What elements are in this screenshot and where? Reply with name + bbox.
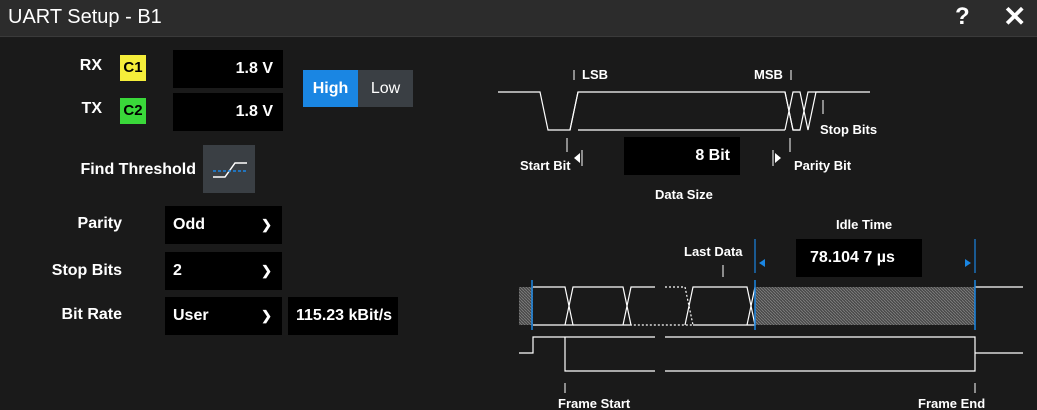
- tx-channel-badge[interactable]: C2: [120, 98, 146, 124]
- bit-rate-value: User: [173, 307, 209, 324]
- data-size-label: Data Size: [655, 187, 713, 202]
- parity-select[interactable]: Odd ❯: [165, 206, 282, 244]
- threshold-icon: [213, 162, 247, 178]
- stop-bits-value: 2: [173, 262, 182, 279]
- polarity-low-button[interactable]: Low: [358, 70, 413, 107]
- close-icon[interactable]: ✕: [1003, 3, 1031, 31]
- frame-end-label: Frame End: [918, 396, 986, 410]
- polarity-high-button[interactable]: High: [303, 70, 358, 107]
- parity-bit-label: Parity Bit: [794, 158, 852, 173]
- chevron-down-icon: ❯: [261, 308, 272, 323]
- lsb-label: LSB: [582, 67, 608, 82]
- parity-label: Parity: [77, 215, 122, 232]
- title-bar: UART Setup - B1 ? ✕: [0, 0, 1037, 37]
- idle-time-field[interactable]: 78.104 7 µs: [796, 239, 922, 277]
- rx-channel-badge[interactable]: C1: [120, 55, 146, 81]
- bit-rate-select[interactable]: User ❯: [165, 297, 282, 335]
- tx-threshold-field[interactable]: 1.8 V: [173, 93, 283, 131]
- stop-bits-diagram-label: Stop Bits: [820, 122, 878, 137]
- rx-channel-text: C1: [123, 59, 143, 76]
- chevron-down-icon: ❯: [261, 263, 272, 278]
- last-data-label: Last Data: [684, 244, 743, 259]
- parity-value: Odd: [173, 216, 205, 233]
- dialog-title: UART Setup - B1: [8, 6, 162, 28]
- chevron-down-icon: ❯: [261, 217, 272, 232]
- find-threshold-button[interactable]: [203, 145, 255, 193]
- start-bit-label: Start Bit: [520, 158, 571, 173]
- msb-label: MSB: [754, 67, 783, 82]
- stop-bits-select[interactable]: 2 ❯: [165, 252, 282, 290]
- tx-label: TX: [81, 100, 102, 117]
- help-icon[interactable]: ?: [955, 3, 970, 31]
- bit-rate-field[interactable]: 115.23 kBit/s: [288, 297, 398, 335]
- bit-rate-label: Bit Rate: [61, 306, 122, 323]
- rx-threshold-field[interactable]: 1.8 V: [173, 50, 283, 88]
- tx-channel-text: C2: [123, 102, 143, 119]
- find-threshold-label: Find Threshold: [80, 161, 196, 178]
- data-size-field[interactable]: 8 Bit: [624, 137, 740, 175]
- stop-bits-label: Stop Bits: [51, 262, 122, 279]
- idle-time-diagram: [519, 239, 1023, 393]
- frame-start-label: Frame Start: [558, 396, 631, 410]
- idle-time-label: Idle Time: [836, 217, 893, 232]
- rx-label: RX: [79, 57, 102, 74]
